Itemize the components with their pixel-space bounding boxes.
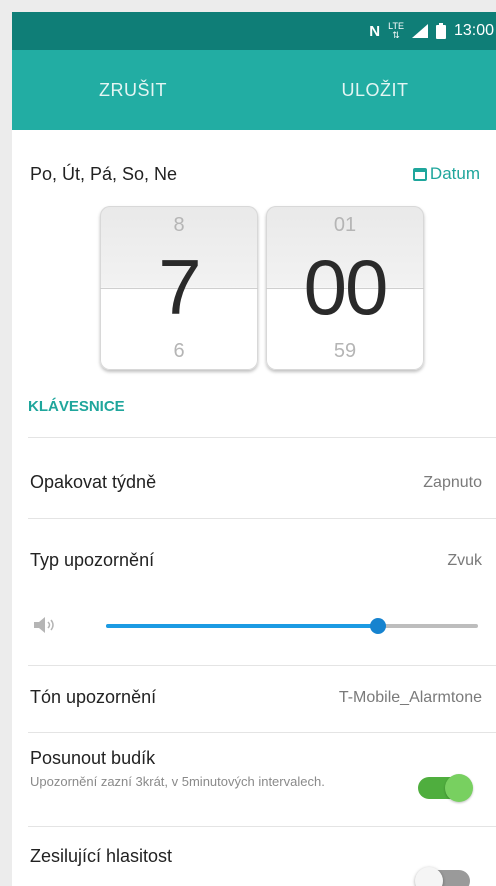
save-button[interactable]: ULOŽIT — [254, 50, 496, 130]
nfc-icon: N — [369, 22, 381, 40]
status-time: 13:00 — [453, 22, 494, 39]
repeat-days[interactable]: Po, Út, Pá, So, Ne — [30, 164, 177, 185]
action-bar: ZRUŠIT ULOŽIT — [12, 50, 496, 130]
date-button[interactable]: Datum — [412, 164, 480, 184]
toggle-knob — [415, 867, 443, 886]
alert-tone-value: T-Mobile_Alarmtone — [338, 689, 482, 706]
minute-current[interactable]: 00 — [266, 242, 424, 332]
minute-prev[interactable]: 01 — [266, 214, 424, 237]
increasing-volume-toggle[interactable] — [415, 867, 470, 886]
alert-type-value: Zvuk — [447, 552, 482, 569]
alert-type-label[interactable]: Typ upozornění — [30, 550, 154, 571]
calendar-icon — [412, 167, 427, 181]
divider — [28, 665, 496, 666]
hour-next[interactable]: 6 — [100, 340, 258, 363]
increasing-volume-label[interactable]: Zesilující hlasitost — [30, 846, 172, 867]
keyboard-button[interactable]: KLÁVESNICE — [28, 398, 125, 415]
status-icons: N LTE ⇅ 13:00 — [369, 12, 496, 50]
divider — [28, 437, 496, 438]
alert-tone-label[interactable]: Tón upozornění — [30, 687, 156, 708]
volume-icon — [34, 617, 54, 633]
lte-icon: LTE ⇅ — [388, 21, 404, 40]
status-bar: N LTE ⇅ 13:00 — [12, 12, 496, 50]
hour-prev[interactable]: 8 — [100, 214, 258, 237]
divider — [28, 732, 496, 733]
repeat-weekly-label[interactable]: Opakovat týdně — [30, 472, 156, 493]
alarm-editor: Po, Út, Pá, So, Ne Datum 8 7 6 01 00 59 … — [12, 130, 496, 886]
volume-slider[interactable] — [106, 618, 478, 634]
signal-icon — [411, 24, 428, 38]
toggle-knob — [445, 774, 473, 802]
divider — [28, 518, 496, 519]
cancel-button[interactable]: ZRUŠIT — [12, 50, 254, 130]
date-button-label: Datum — [429, 164, 480, 183]
minute-picker[interactable]: 01 00 59 — [266, 206, 424, 370]
volume-slider-fill — [106, 624, 378, 628]
volume-slider-thumb[interactable] — [369, 618, 386, 634]
hour-current[interactable]: 7 — [100, 242, 258, 332]
minute-next[interactable]: 59 — [266, 340, 424, 363]
repeat-weekly-value: Zapnuto — [423, 474, 482, 491]
snooze-toggle[interactable] — [418, 774, 473, 802]
hour-picker[interactable]: 8 7 6 — [100, 206, 258, 370]
battery-icon — [435, 23, 446, 39]
divider — [28, 826, 496, 827]
snooze-description: Upozornění zazní 3krát, v 5minutových in… — [30, 774, 325, 789]
snooze-label[interactable]: Posunout budík — [30, 748, 155, 769]
